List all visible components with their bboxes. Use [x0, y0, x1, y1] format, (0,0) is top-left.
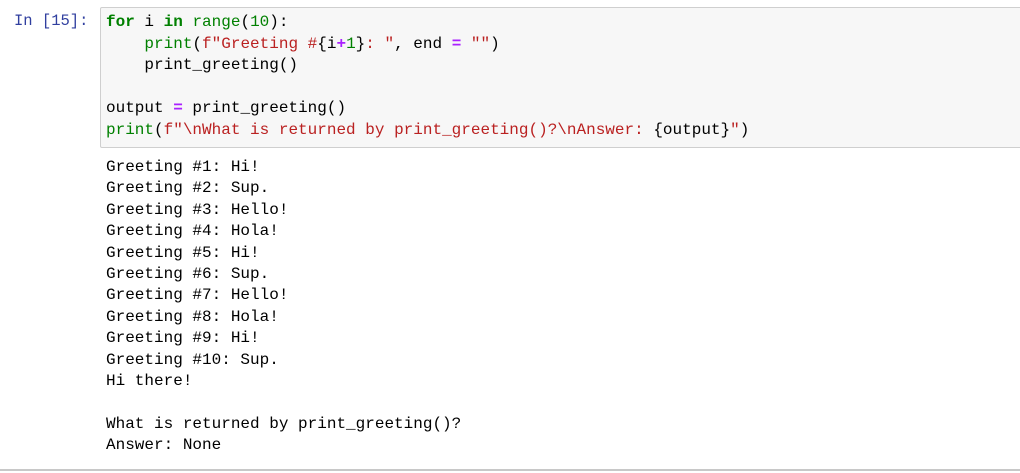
code-token: ): [269, 13, 289, 31]
output-line: What is returned by print_greeting()? [106, 414, 462, 433]
output-line: Hi there! [106, 371, 193, 390]
string-token: "" [470, 34, 491, 53]
code-token: ) [739, 120, 750, 139]
code-token: output [106, 99, 174, 117]
code-content[interactable]: for i in range(10): print(f"Greeting #{i… [106, 12, 749, 141]
code-token: ( [192, 34, 203, 53]
code-line[interactable]: for i in range(10): [106, 12, 749, 34]
number-token: 1 [346, 34, 356, 53]
string-token: f"Greeting # [202, 34, 318, 53]
output-line: Greeting #4: Hola! [106, 222, 279, 241]
keyword-token: for [106, 13, 135, 31]
number-token: 10 [250, 13, 270, 31]
code-token: ( [154, 120, 164, 139]
code-line[interactable]: print_greeting() [106, 55, 749, 77]
keyword-token: in [163, 13, 183, 31]
output-line: Greeting #5: Hi! [106, 243, 260, 262]
code-line[interactable]: print(f"\nWhat is returned by print_gree… [106, 120, 749, 142]
code-token: ) [490, 34, 500, 53]
output-line: Greeting #9: Hi! [106, 329, 260, 348]
code-line[interactable]: print(f"Greeting #{i+1}: ", end = "") [106, 34, 749, 56]
cell-output: Greeting #1: Hi! Greeting #2: Sup. Greetin… [106, 157, 461, 456]
output-line: Greeting #1: Hi! [106, 158, 260, 176]
cell-divider [0, 469, 1020, 471]
output-line: Greeting #6: Sup. [106, 264, 270, 283]
code-token: , end [394, 34, 452, 53]
output-line: Greeting #10: Sup. [106, 350, 279, 369]
operator-token: + [336, 34, 347, 53]
output-line: Greeting #8: Hola! [106, 307, 279, 326]
code-token: {output} [653, 120, 731, 139]
code-token: ( [240, 13, 251, 31]
operator-token: = [451, 34, 462, 53]
code-editor[interactable]: for i in range(10): print(f"Greeting #{i… [100, 7, 1020, 148]
code-line[interactable]: output = print_greeting() [106, 98, 749, 120]
string-token: : " [365, 34, 395, 53]
operator-token: = [173, 99, 183, 117]
code-line[interactable] [106, 77, 749, 99]
builtin-token: range [192, 13, 241, 31]
builtin-token: print [106, 120, 155, 139]
input-prompt: In [15]: [14, 12, 89, 30]
code-token: i [134, 13, 164, 31]
code-token: print_greeting() [182, 99, 347, 117]
output-line: Greeting #2: Sup. [106, 179, 270, 198]
output-line: Greeting #3: Hello! [106, 200, 289, 219]
code-token: } [355, 34, 366, 53]
code-token: print_greeting() [106, 56, 299, 74]
builtin-token: print [144, 34, 193, 53]
string-token: " [730, 120, 740, 139]
string-token: f"\nWhat is returned by print_greeting()… [163, 120, 654, 139]
code-token: {i [317, 34, 337, 53]
output-line: Answer: None [106, 436, 222, 455]
output-line: Greeting #7: Hello! [106, 286, 289, 305]
